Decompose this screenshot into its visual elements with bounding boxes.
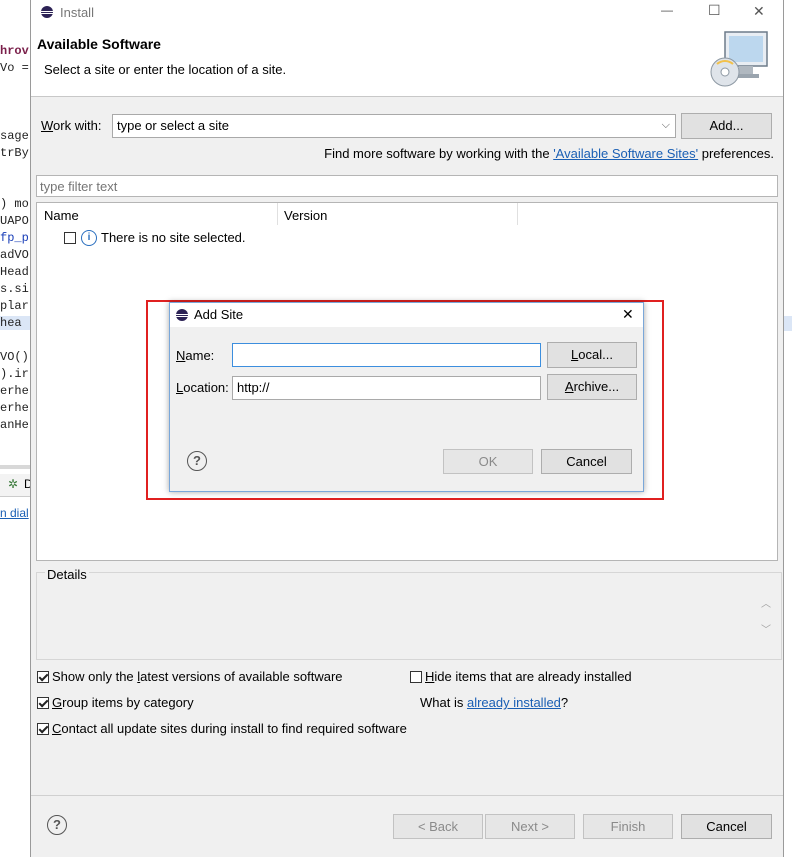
finish-button[interactable]: Finish (583, 814, 673, 839)
wizard-header: Available Software Select a site or ente… (31, 24, 783, 97)
eclipse-icon (176, 309, 188, 321)
find-more-text: Find more software by working with the '… (324, 146, 774, 161)
info-icon: i (81, 230, 97, 246)
add-site-dialog: Add Site ✕ Name: Local... Location: http… (169, 302, 644, 492)
archive-button[interactable]: Archive... (547, 374, 637, 400)
ok-button[interactable]: OK (443, 449, 533, 474)
footer-separator (31, 795, 783, 796)
bottom-tab[interactable]: ✲ D (0, 474, 33, 497)
add-site-close-button[interactable]: ✕ (622, 306, 634, 323)
no-site-text: There is no site selected. (101, 230, 246, 245)
back-button[interactable]: < Back (393, 814, 483, 839)
editor-line: VO() (0, 350, 29, 364)
editor-line: anHe (0, 418, 29, 432)
details-scroll-down-icon[interactable]: ﹀ (761, 621, 771, 636)
editor-line: Vo = (0, 61, 29, 75)
details-label: Details (45, 567, 89, 582)
what-is-installed-text: What is already installed? (420, 695, 569, 710)
editor-divider (0, 465, 30, 469)
title-bar: Install — ☐ ✕ (31, 0, 783, 24)
cancel-button[interactable]: Cancel (681, 814, 772, 839)
editor-line: erhe (0, 384, 29, 398)
editor-line: s.si (0, 282, 29, 296)
row-checkbox[interactable] (64, 232, 76, 244)
location-field[interactable]: http:// (232, 376, 541, 400)
location-value: http:// (237, 380, 270, 395)
work-with-combo[interactable]: type or select a site ⌵ (112, 114, 676, 138)
close-button[interactable]: ✕ (753, 3, 765, 20)
available-software-sites-link[interactable]: 'Available Software Sites' (553, 146, 698, 161)
show-latest-label[interactable]: Show only the latest versions of availab… (52, 669, 343, 684)
background-editor: hrov Vo = sage trBy ) mo UAPO fp_p adVO … (0, 0, 33, 857)
editor-line: adVO (0, 248, 29, 262)
editor-line: hrov (0, 44, 29, 58)
editor-line: UAPO (0, 214, 29, 228)
editor-line: erhe (0, 401, 29, 415)
install-banner-icon (709, 30, 771, 90)
local-button[interactable]: Local... (547, 342, 637, 368)
show-latest-checkbox[interactable] (37, 671, 49, 683)
minimize-button[interactable]: — (661, 3, 673, 17)
help-icon[interactable]: ? (187, 451, 207, 471)
work-with-label: Work with: (41, 118, 102, 133)
help-icon[interactable]: ? (47, 815, 67, 835)
name-field[interactable] (232, 343, 541, 367)
add-site-button[interactable]: Add... (681, 113, 772, 139)
editor-line: trBy (0, 146, 29, 160)
contact-sites-label[interactable]: Contact all update sites during install … (52, 721, 407, 736)
maximize-button[interactable]: ☐ (708, 2, 721, 19)
editor-line: Head (0, 265, 29, 279)
chevron-down-icon[interactable]: ⌵ (662, 115, 670, 136)
filter-input[interactable] (36, 175, 778, 197)
editor-line: plar (0, 299, 29, 313)
editor-line: hea (0, 316, 30, 330)
already-installed-link[interactable]: already installed (467, 695, 561, 710)
editor-line: ).ir (0, 367, 29, 381)
next-button[interactable]: Next > (485, 814, 575, 839)
hide-installed-checkbox[interactable] (410, 671, 422, 683)
editor-line: sage (0, 129, 29, 143)
editor-line: fp_p (0, 231, 29, 245)
details-scroll-up-icon[interactable]: ︿ (761, 595, 771, 610)
bug-icon: ✲ (8, 477, 19, 491)
dialog-cancel-button[interactable]: Cancel (541, 449, 632, 474)
page-title: Available Software (37, 36, 161, 52)
work-with-value: type or select a site (117, 118, 229, 133)
page-subtitle: Select a site or enter the location of a… (44, 62, 287, 77)
eclipse-icon (41, 6, 53, 18)
group-items-checkbox[interactable] (37, 697, 49, 709)
location-label: Location: (176, 380, 229, 395)
editor-link[interactable]: n dial (0, 506, 30, 520)
editor-line: ) mo (0, 197, 29, 211)
window-title: Install (60, 5, 94, 20)
contact-sites-checkbox[interactable] (37, 723, 49, 735)
add-site-title-bar: Add Site ✕ (170, 303, 643, 327)
column-header-version[interactable]: Version (284, 208, 327, 223)
add-site-title: Add Site (194, 307, 244, 322)
hide-installed-label[interactable]: Hide items that are already installed (425, 669, 632, 684)
column-divider (277, 203, 278, 225)
group-items-label[interactable]: Group items by category (52, 695, 194, 710)
details-group: Details ︿ ﹀ (36, 567, 782, 660)
name-label: Name: (176, 348, 215, 363)
column-header-name[interactable]: Name (44, 208, 79, 223)
column-divider (517, 203, 518, 225)
